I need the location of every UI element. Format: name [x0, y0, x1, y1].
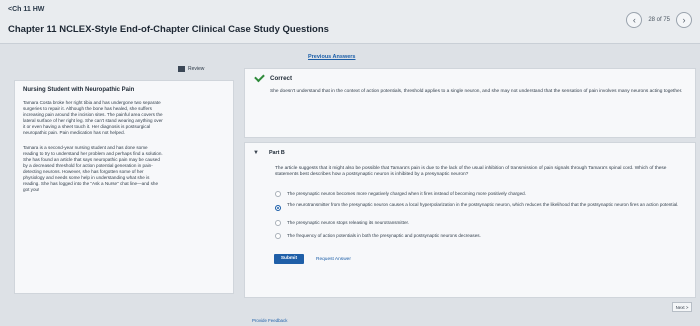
- feedback-status: Correct: [270, 75, 293, 82]
- option-text: The presynaptic neuron becomes more nega…: [287, 191, 527, 196]
- radio-button[interactable]: [275, 233, 281, 239]
- top-bar: <Ch 11 HW Chapter 11 NCLEX-Style End-of-…: [0, 0, 700, 44]
- checkmark-icon: [254, 71, 265, 83]
- radio-button[interactable]: [275, 191, 281, 197]
- caret-down-icon[interactable]: ▼: [253, 150, 259, 156]
- option-text: The frequency of action potentials in bo…: [287, 233, 481, 238]
- next-button[interactable]: Next >: [672, 302, 692, 312]
- option-text: The presynaptic neuron stops releasing i…: [287, 220, 410, 225]
- item-counter: 28 of 75: [648, 17, 670, 23]
- option-text: The neurotransmitter from the presynapti…: [287, 202, 679, 207]
- feedback-header: Correct: [254, 71, 685, 83]
- assignment-title: Chapter 11 NCLEX-Style End-of-Chapter Cl…: [8, 24, 329, 35]
- part-b-header[interactable]: ▼ Part B: [253, 150, 285, 156]
- case-paragraph: Tamara Costa broke her right tibia and h…: [23, 100, 163, 136]
- question-panel: Correct She doesn't understand that in t…: [244, 68, 696, 318]
- case-paragraph: Tamara is a second-year nursing student …: [23, 144, 163, 193]
- provide-feedback-link[interactable]: Provide Feedback: [252, 318, 287, 323]
- radio-button[interactable]: [275, 220, 281, 226]
- radio-button-selected[interactable]: [275, 205, 281, 211]
- feedback-text: She doesn't understand that in the conte…: [270, 89, 683, 94]
- case-study-box: Nursing Student with Neuropathic Pain Ta…: [14, 80, 234, 294]
- answer-options: The presynaptic neuron becomes more nega…: [275, 189, 689, 244]
- review-icon: [178, 66, 185, 72]
- review-label: Review: [188, 66, 205, 72]
- answer-option[interactable]: The frequency of action potentials in bo…: [275, 231, 689, 241]
- chevron-right-icon[interactable]: ›: [676, 12, 692, 28]
- item-navigation: ‹ 28 of 75 ›: [626, 12, 692, 28]
- back-to-homework-link[interactable]: <Ch 11 HW: [8, 6, 44, 13]
- previous-answers-link[interactable]: Previous Answers: [308, 54, 355, 60]
- feedback-box: Correct She doesn't understand that in t…: [244, 68, 696, 138]
- case-title: Nursing Student with Neuropathic Pain: [23, 87, 135, 93]
- answer-option[interactable]: The presynaptic neuron becomes more nega…: [275, 189, 689, 199]
- submit-button[interactable]: Submit: [274, 254, 304, 264]
- part-b-prompt: The article suggests that it might also …: [275, 166, 667, 177]
- review-toggle[interactable]: Review: [178, 66, 204, 72]
- answer-option[interactable]: The presynaptic neuron stops releasing i…: [275, 218, 689, 228]
- request-answer-link[interactable]: Request Answer: [316, 257, 351, 262]
- chevron-left-icon[interactable]: ‹: [626, 12, 643, 28]
- case-study-panel: Review Nursing Student with Neuropathic …: [10, 66, 234, 298]
- part-b-label: Part B: [268, 150, 285, 156]
- part-b-box: ▼ Part B The article suggests that it mi…: [244, 142, 696, 298]
- answer-option-selected[interactable]: The neurotransmitter from the presynapti…: [275, 202, 689, 215]
- submit-row: Submit Request Answer: [274, 254, 351, 264]
